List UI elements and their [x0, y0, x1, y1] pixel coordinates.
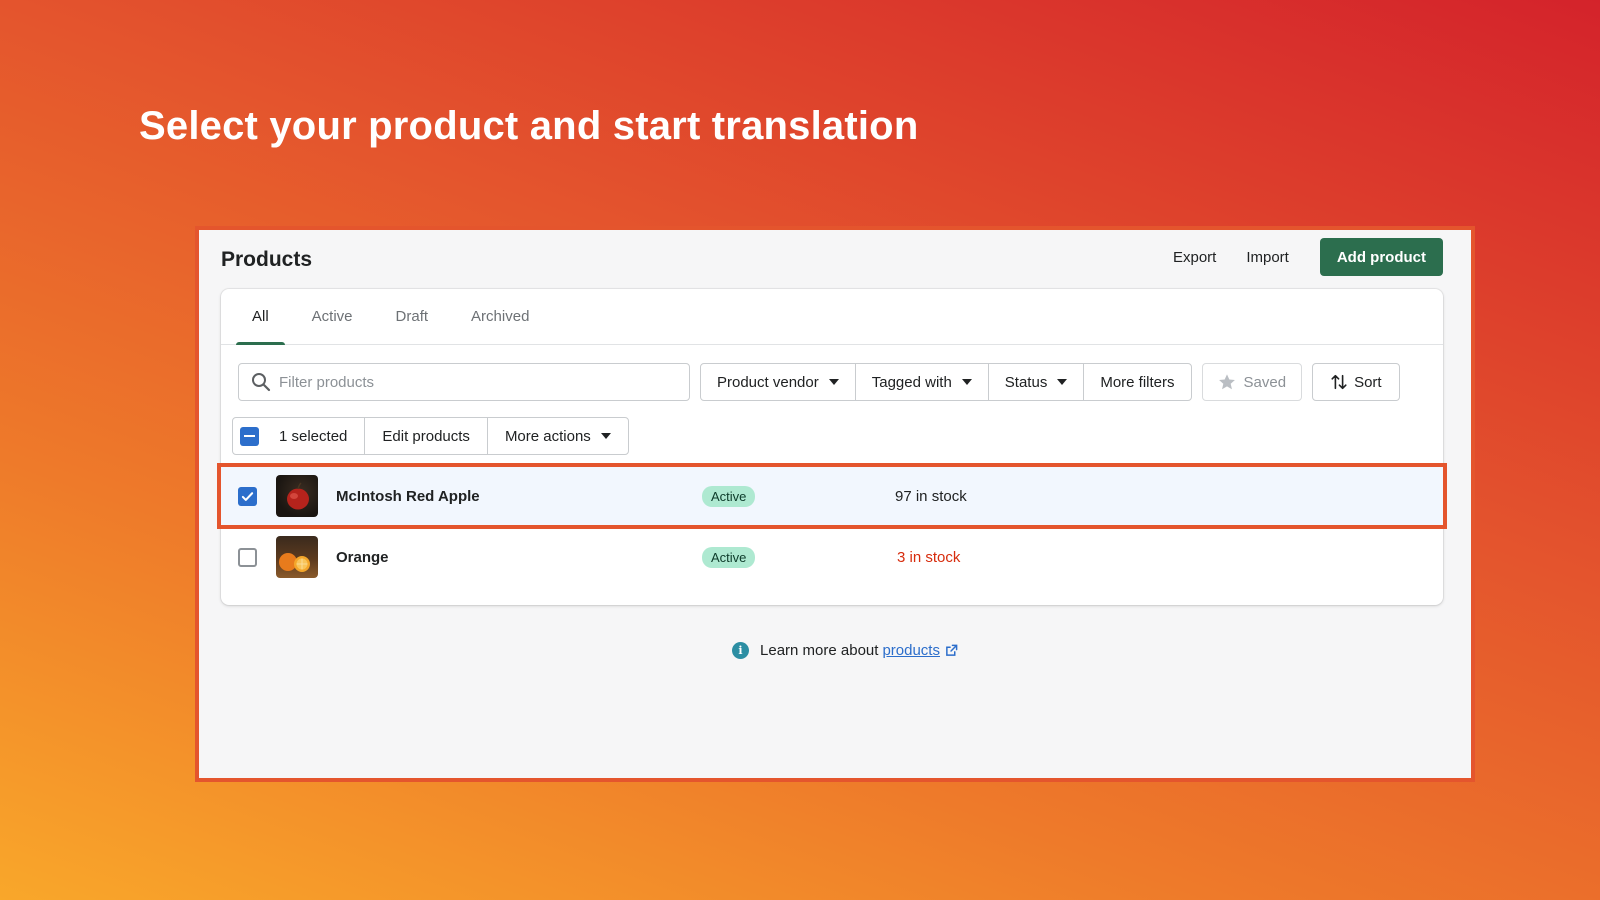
product-vendor-filter[interactable]: Product vendor — [700, 363, 856, 401]
more-actions-button[interactable]: More actions — [486, 417, 629, 455]
star-icon — [1218, 374, 1235, 390]
help-prefix: Learn more about — [760, 642, 879, 659]
help-footer: i Learn more about products — [199, 642, 1471, 659]
more-filters-button[interactable]: More filters — [1083, 363, 1192, 401]
filter-row: Product vendor Tagged with Status More f… — [238, 363, 1400, 401]
tab-draft[interactable]: Draft — [380, 289, 445, 344]
product-name[interactable]: McIntosh Red Apple — [336, 488, 702, 505]
products-help-link[interactable]: products — [882, 642, 940, 659]
select-all-checkbox[interactable] — [240, 426, 259, 446]
add-product-button[interactable]: Add product — [1319, 238, 1443, 276]
caret-down-icon — [961, 379, 972, 385]
inventory-text: 97 in stock — [895, 487, 967, 505]
product-vendor-label: Product vendor — [717, 373, 819, 391]
header-actions: Export Import Add product — [1158, 238, 1443, 276]
tab-archived[interactable]: Archived — [455, 289, 545, 344]
product-name[interactable]: Orange — [336, 549, 702, 566]
sort-arrows-icon — [1331, 374, 1347, 390]
row-checkbox[interactable] — [238, 486, 257, 506]
export-button[interactable]: Export — [1158, 238, 1231, 276]
status-filter[interactable]: Status — [987, 363, 1085, 401]
headline: Select your product and start translatio… — [139, 104, 919, 148]
checkmark-icon — [241, 491, 254, 501]
row-checkbox[interactable] — [238, 547, 257, 567]
selection-summary[interactable]: 1 selected — [232, 417, 366, 455]
search-input[interactable] — [279, 373, 659, 391]
tagged-with-label: Tagged with — [871, 373, 952, 391]
search-icon — [252, 373, 271, 392]
tagged-with-filter[interactable]: Tagged with — [854, 363, 989, 401]
status-badge: Active — [702, 485, 756, 507]
tab-all[interactable]: All — [236, 289, 285, 345]
more-filters-label: More filters — [1100, 373, 1175, 391]
info-icon: i — [732, 642, 750, 659]
bulk-actions: 1 selected Edit products More actions — [232, 417, 629, 455]
products-card: All Active Draft Archived Product vendor… — [217, 289, 1447, 605]
screenshot-frame: Products Export Import Add product All A… — [195, 226, 1475, 782]
tab-active[interactable]: Active — [296, 289, 369, 344]
saved-button[interactable]: Saved — [1201, 363, 1303, 401]
selected-count: 1 selected — [279, 427, 348, 445]
caret-down-icon — [600, 433, 611, 439]
saved-label: Saved — [1243, 373, 1287, 391]
table-row[interactable]: Orange Active 3 in stock — [221, 527, 1443, 587]
caret-down-icon — [1057, 379, 1068, 385]
apple-thumbnail — [276, 475, 318, 517]
edit-products-button[interactable]: Edit products — [364, 417, 488, 455]
caret-down-icon — [828, 379, 839, 385]
search-box[interactable] — [238, 363, 690, 401]
apple-image — [287, 482, 309, 510]
edit-products-label: Edit products — [382, 427, 470, 445]
page-title: Products — [221, 248, 313, 271]
orange-image — [279, 553, 310, 572]
more-actions-label: More actions — [504, 427, 591, 445]
status-tabs: All Active Draft Archived — [221, 289, 1443, 345]
status-label: Status — [1004, 373, 1048, 391]
external-link-icon — [946, 644, 958, 656]
table-row[interactable]: McIntosh Red Apple Active 97 in stock — [217, 463, 1447, 529]
filter-buttons: Product vendor Tagged with Status More f… — [700, 363, 1192, 401]
sort-button[interactable]: Sort — [1312, 363, 1400, 401]
import-button[interactable]: Import — [1231, 238, 1304, 276]
orange-thumbnail — [276, 536, 318, 578]
inventory-text: 3 in stock — [897, 548, 961, 566]
sort-label: Sort — [1354, 373, 1382, 391]
status-badge: Active — [702, 546, 756, 568]
